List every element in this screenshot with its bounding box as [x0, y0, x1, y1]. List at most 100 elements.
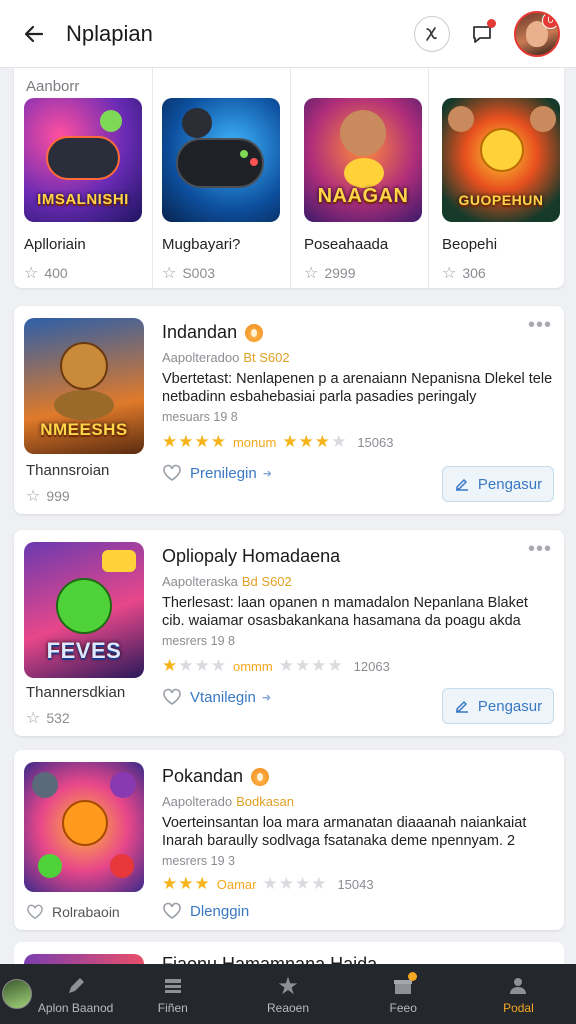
game-card[interactable]: FEVES Thannersdkian ☆ 532 Opliopaly Homad… — [14, 530, 564, 736]
action-button[interactable]: Pengasur — [442, 688, 554, 724]
card-meta: mesuars 19 8 — [162, 410, 238, 424]
star-outline-icon: ☆ — [442, 265, 457, 282]
more-options-icon[interactable]: ••• — [528, 539, 552, 559]
featured-label: Aanborr — [26, 78, 80, 95]
nav-label: Feeo — [389, 1001, 417, 1015]
like-button[interactable]: Prenilegin ➜ — [162, 464, 272, 482]
card-title: Opliopaly Homadaena — [162, 546, 340, 567]
card-developer: Aapolterado Bodkasan — [162, 794, 294, 809]
card-side-title: Thannsroian — [26, 462, 110, 479]
star-outline-icon: ☆ — [304, 265, 319, 282]
search-icon — [426, 26, 437, 41]
divider — [152, 68, 153, 288]
edit-icon — [455, 478, 468, 491]
edit-icon — [455, 700, 468, 713]
rating-value: S003 — [182, 265, 216, 281]
nav-item-gift[interactable]: Feeo — [346, 964, 461, 1024]
featured-item-name: Poseahaada — [304, 236, 389, 253]
game-thumbnail: FEVES — [24, 542, 144, 678]
star-rating: ★★★★ — [282, 432, 348, 451]
featured-item-name: Aplloriain — [24, 236, 86, 253]
card-title-text: Indandan — [162, 322, 238, 342]
featured-item[interactable]: Mugbayari? ☆ S003 — [162, 98, 286, 283]
game-thumbnail — [24, 762, 144, 892]
action-label: Pengasur — [477, 697, 543, 715]
nav-item-list[interactable]: Fiñen — [115, 964, 230, 1024]
heart-icon — [27, 904, 43, 920]
like-label: Vtanilegin — [190, 688, 256, 706]
heart-icon — [163, 464, 181, 481]
nav-label: Aplon Baanod — [37, 1001, 114, 1015]
game-card[interactable]: Rolrabaoin Pokandan Aapolterado Bodkasan … — [14, 750, 564, 930]
like-button[interactable]: Vtanilegin ➜ — [162, 688, 271, 706]
nav-label: Reaoen — [266, 1001, 310, 1015]
developer-name: Aapolterado — [162, 794, 233, 809]
game-thumbnail: NAAGAN — [304, 98, 422, 222]
game-logo-text: IMSALNISHI — [37, 191, 129, 208]
rating-label: ommm — [232, 658, 273, 674]
action-label: Pengasur — [477, 475, 543, 493]
star-rating: ★★★★ — [162, 656, 227, 675]
featured-section: Aanborr IMSALNISHI Aplloriain ☆ 400 Mugba… — [14, 68, 564, 288]
featured-item[interactable]: GUOPEHUN Beopehi ☆ 306 — [442, 98, 566, 283]
list-icon — [162, 973, 184, 999]
featured-item-rating: ☆ S003 — [162, 263, 286, 283]
star-outline-icon: ☆ — [24, 265, 39, 282]
featured-item[interactable]: IMSALNISHI Aplloriain ☆ 400 — [24, 98, 148, 283]
game-thumbnail: GUOPEHUN — [442, 98, 560, 222]
featured-item-rating: ☆ 306 — [442, 263, 566, 283]
card-rating-row: ★★★ Oamar ★★★★ 15043 — [162, 874, 374, 894]
chevron-right-icon: ➜ — [261, 691, 272, 704]
card-title-text: Pokandan — [162, 766, 244, 786]
avatar — [1, 979, 32, 1009]
flame-icon — [251, 767, 270, 786]
game-logo-text: FEVES — [46, 638, 122, 663]
card-side-title: Thannersdkian — [26, 684, 126, 701]
back-button[interactable] — [14, 14, 54, 54]
star-outline-icon: ☆ — [26, 710, 41, 727]
nav-item-star[interactable]: ★ Reaoen — [230, 964, 345, 1024]
rating-label: monum — [232, 434, 277, 450]
action-button[interactable]: Pengasur — [442, 466, 554, 502]
nav-label: Podal — [503, 1001, 534, 1015]
game-logo-text: NMEESHS — [40, 420, 128, 439]
search-button[interactable] — [414, 15, 450, 52]
divider — [290, 68, 291, 288]
game-logo-text: GUOPEHUN — [458, 192, 544, 208]
nav-item-home[interactable]: Aplon Baanod — [0, 964, 115, 1024]
pencil-icon — [65, 973, 87, 999]
developer-tag: Bd S602 — [241, 574, 292, 589]
developer-name: Aapolteradoo — [162, 350, 240, 365]
more-options-icon[interactable]: ••• — [528, 315, 552, 335]
nav-label: Fiñen — [157, 1001, 188, 1015]
star-rating: ★★★★ — [278, 656, 344, 675]
bottom-navigation: Aplon Baanod Fiñen ★ Reaoen Feeo Podal — [0, 964, 576, 1024]
game-logo-text: NAAGAN — [317, 185, 409, 207]
card-meta: mesrers 19 3 — [162, 854, 235, 868]
card-developer: Aapolteraska Bd S602 — [162, 574, 292, 589]
game-thumbnail: NMEESHS — [24, 318, 144, 454]
card-developer: Aapolteradoo Bt S602 — [162, 350, 290, 365]
avatar-badge: 0 — [542, 12, 558, 29]
avatar[interactable]: 0 — [514, 10, 560, 57]
card-side-title: Rolrabaoin — [26, 904, 120, 920]
card-title: Indandan — [162, 322, 264, 343]
rating-count: 12063 — [353, 658, 390, 674]
notification-dot — [487, 18, 496, 28]
featured-item-name: Beopehi — [442, 236, 498, 253]
rating-value: 306 — [462, 265, 486, 281]
card-description: Voerteinsantan loa mara armanatan diaaan… — [162, 815, 527, 849]
messages-button[interactable] — [464, 16, 500, 52]
like-button[interactable]: Dlenggin — [162, 902, 249, 920]
star-outline-icon: ☆ — [162, 265, 177, 282]
card-side-rating: ☆ 999 — [26, 486, 70, 506]
card-description: Vbertetast: Nenlapenen p a arenaiann Nep… — [162, 371, 553, 405]
game-thumbnail: IMSALNISHI — [24, 98, 142, 222]
featured-item-name: Mugbayari? — [162, 236, 241, 253]
featured-item[interactable]: NAAGAN Poseahaada ☆ 2999 — [304, 98, 428, 283]
card-rating-row: ★★★★ monum ★★★★ 15063 — [162, 432, 393, 452]
featured-item-rating: ☆ 2999 — [304, 263, 428, 283]
nav-item-profile[interactable]: Podal — [461, 964, 576, 1024]
rating-count: 15063 — [357, 434, 394, 450]
game-card[interactable]: NMEESHS Thannsroian ☆ 999 Indandan Aapolt… — [14, 306, 564, 514]
